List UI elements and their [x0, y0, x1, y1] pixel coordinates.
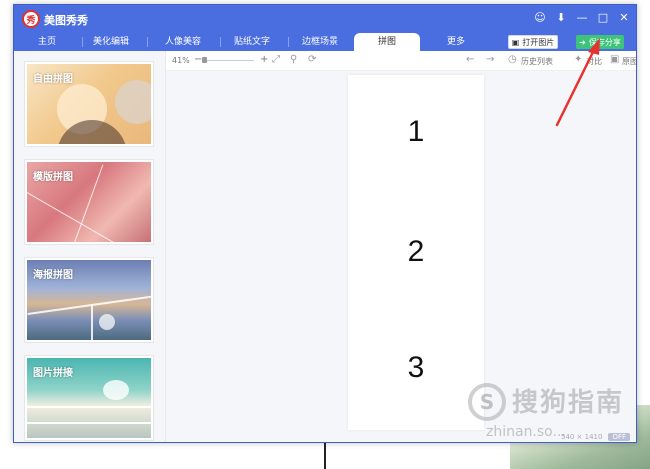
compare-button[interactable]: 对比	[586, 56, 602, 67]
tab-stickers-text[interactable]: 贴纸文字	[224, 33, 280, 51]
collage-mode-sidebar: 自由拼图 模版拼图 海报拼图 图片拼接	[14, 51, 166, 442]
app-logo-icon: 秀	[22, 10, 40, 28]
watermark-url: zhinan.so...	[486, 424, 566, 440]
app-title: 美图秀秀	[44, 14, 88, 27]
card-image-stitch[interactable]: 图片拼接	[24, 355, 154, 441]
rotate-icon[interactable]: ⟳	[308, 54, 316, 65]
original-image-icon[interactable]: ▣	[610, 54, 619, 65]
card-poster-collage[interactable]: 海报拼图	[24, 257, 154, 343]
card-template-collage[interactable]: 模版拼图	[24, 159, 154, 245]
slot-number: 2	[407, 235, 425, 268]
tab-collage[interactable]: 拼图	[354, 33, 420, 51]
crop-icon[interactable]: ⤢	[272, 54, 280, 65]
card-free-collage[interactable]: 自由拼图	[24, 61, 154, 147]
card-label: 图片拼接	[33, 368, 73, 379]
zoom-slider[interactable]	[204, 60, 254, 61]
free-collage-thumbnail: 自由拼图	[27, 64, 151, 144]
template-collage-thumbnail: 模版拼图	[27, 162, 151, 242]
undo-icon[interactable]: ←	[466, 54, 474, 65]
zoom-slider-handle[interactable]	[202, 57, 207, 63]
close-button[interactable]: ✕	[618, 11, 630, 24]
maximize-button[interactable]: □	[597, 11, 609, 24]
open-image-button[interactable]: ▣ 打开图片	[508, 35, 558, 49]
zoom-fit-icon[interactable]: ⚲	[290, 54, 297, 65]
card-label: 模版拼图	[33, 172, 73, 183]
tab-more[interactable]: 更多	[434, 33, 478, 51]
title-bar: 秀 美图秀秀 ☺ ⬇ — □ ✕	[14, 5, 636, 33]
save-share-label: 保存分享	[588, 37, 621, 47]
tab-home[interactable]: 主页	[22, 33, 72, 51]
export-icon: ➜	[579, 37, 586, 47]
zoom-in-button[interactable]: +	[260, 54, 268, 65]
app-window: 秀 美图秀秀 ☺ ⬇ — □ ✕ 主页 美化编辑 人像美容 贴纸文字 边框场景 …	[13, 4, 637, 443]
status-bar: 540 × 1410 OFF	[561, 433, 630, 441]
slot-number: 3	[407, 351, 425, 384]
card-label: 自由拼图	[33, 74, 73, 85]
menu-dropdown-icon[interactable]: ⬇	[555, 11, 567, 24]
desktop-divider	[324, 443, 326, 469]
history-list-button[interactable]: 历史列表	[521, 56, 553, 67]
canvas-size: 540 × 1410	[560, 433, 603, 441]
open-image-label: 打开图片	[522, 37, 555, 47]
save-share-button[interactable]: ➜ 保存分享	[576, 35, 624, 49]
window-controls: ☺ ⬇ — □ ✕	[534, 11, 630, 24]
image-stitch-thumbnail: 图片拼接	[27, 358, 151, 438]
toggle-badge[interactable]: OFF	[608, 433, 630, 441]
watermark-logo: S	[468, 383, 506, 421]
compare-icon[interactable]: ✦	[574, 54, 582, 65]
card-label: 海报拼图	[33, 270, 73, 281]
collage-paper[interactable]: 1 2 3	[348, 75, 484, 430]
minimize-button[interactable]: —	[576, 11, 588, 24]
history-icon[interactable]: ◷	[508, 54, 517, 65]
tab-frames[interactable]: 边框场景	[292, 33, 348, 51]
image-icon: ▣	[511, 37, 520, 47]
tab-beautify[interactable]: 美化编辑	[86, 33, 136, 51]
original-image-button[interactable]: 原图	[622, 56, 636, 67]
feedback-icon[interactable]: ☺	[534, 11, 546, 24]
zoom-level: 41%	[172, 56, 190, 65]
watermark-text: 搜狗指南	[512, 388, 625, 418]
poster-collage-thumbnail: 海报拼图	[27, 260, 151, 340]
canvas-toolbar: 41% − + ⤢ ⚲ ⟳ ← → ◷ 历史列表 ✦ 对比 ▣ 原图	[166, 51, 636, 71]
tab-portrait[interactable]: 人像美容	[153, 33, 213, 51]
redo-icon[interactable]: →	[486, 54, 494, 65]
slot-number: 1	[407, 115, 425, 148]
